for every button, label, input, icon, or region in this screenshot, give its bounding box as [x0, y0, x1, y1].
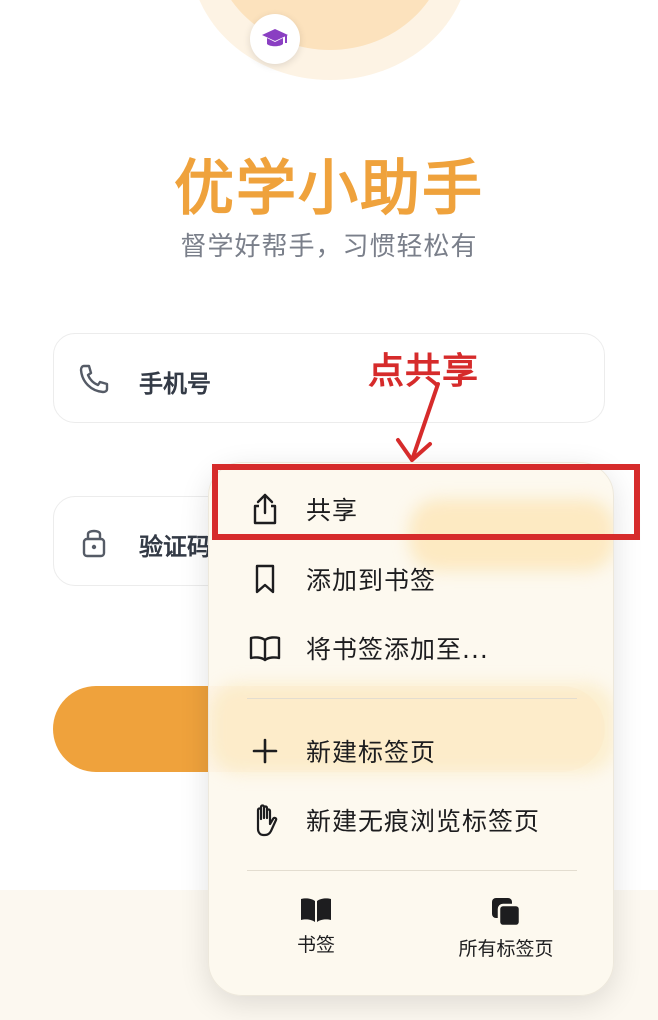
menu-item-new-tab[interactable]: 新建标签页 — [209, 721, 613, 781]
graduation-cap-icon — [262, 29, 288, 47]
tabs-stack-icon — [492, 898, 522, 928]
menu-item-label: 将书签添加至... — [306, 635, 489, 664]
all-tabs-label: 所有标签页 — [458, 938, 554, 960]
phone-icon — [79, 364, 109, 394]
bookmarks-book-icon — [301, 898, 331, 922]
annotation-arrow-icon — [396, 382, 440, 462]
bookmarks-tab-button[interactable]: 书签 — [276, 896, 356, 976]
plus-icon — [247, 733, 283, 769]
menu-item-label: 添加到书签 — [306, 566, 437, 595]
code-field-label: 验证码 — [139, 533, 211, 561]
annotation-highlight-box — [212, 464, 640, 540]
menu-item-label: 新建无痕浏览标签页 — [306, 807, 541, 836]
menu-item-add-bookmark[interactable]: 添加到书签 — [209, 549, 613, 609]
menu-separator — [247, 870, 577, 871]
menu-separator — [247, 698, 577, 699]
phone-field[interactable]: 手机号 — [53, 333, 605, 423]
app-title: 优学小助手 — [174, 154, 484, 224]
all-tabs-button[interactable]: 所有标签页 — [446, 896, 566, 976]
bookmark-icon — [247, 561, 283, 597]
phone-field-label: 手机号 — [139, 370, 211, 398]
hand-icon — [247, 802, 283, 838]
lock-icon — [82, 529, 106, 558]
app-subtitle: 督学好帮手，习惯轻松有 — [180, 232, 478, 262]
menu-item-label: 新建标签页 — [306, 738, 437, 767]
open-book-icon — [247, 630, 283, 666]
app-badge — [250, 14, 300, 64]
bookmarks-tab-label: 书签 — [296, 934, 335, 956]
menu-item-add-bookmarks-to[interactable]: 将书签添加至... — [209, 618, 613, 678]
menu-item-new-private-tab[interactable]: 新建无痕浏览标签页 — [209, 790, 613, 850]
